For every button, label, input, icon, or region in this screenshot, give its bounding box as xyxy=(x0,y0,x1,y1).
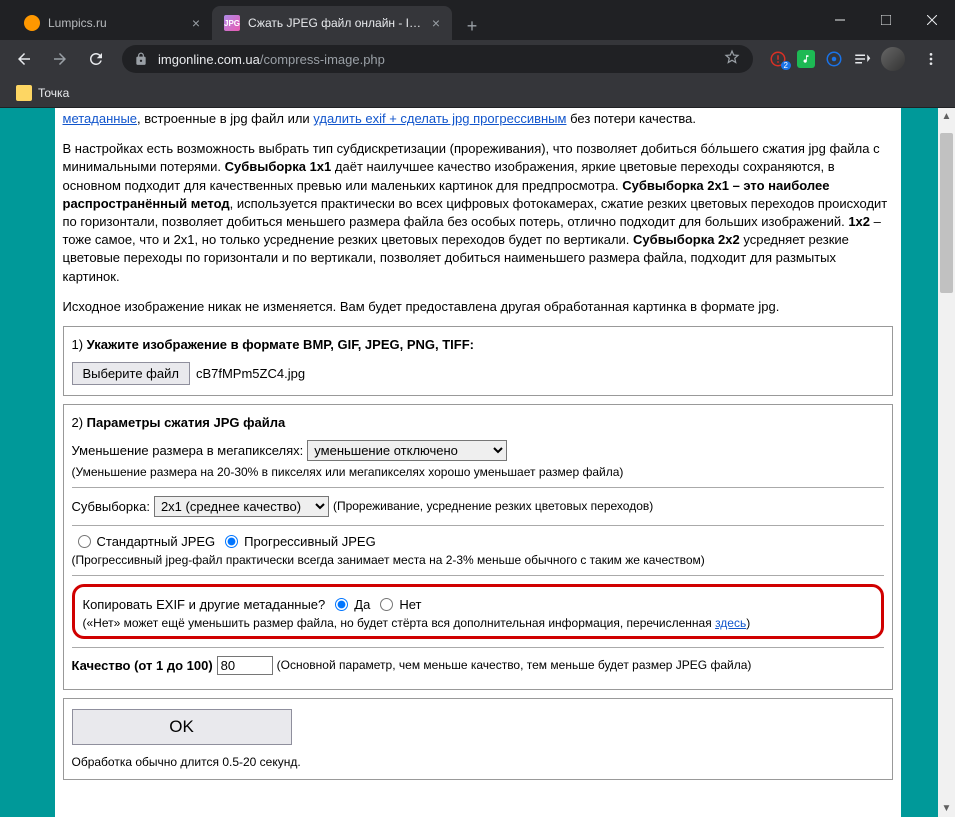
lock-icon xyxy=(134,52,148,66)
menu-button[interactable] xyxy=(915,43,947,75)
link-metadata[interactable]: метаданные xyxy=(63,111,138,126)
profile-avatar[interactable] xyxy=(881,47,905,71)
scroll-track[interactable] xyxy=(938,125,955,800)
jpeg-std-label[interactable]: Стандартный JPEG xyxy=(97,534,216,549)
divider xyxy=(72,647,884,648)
window-controls xyxy=(817,0,955,40)
favicon-lumpics xyxy=(24,15,40,31)
source-unchanged-note: Исходное изображение никак не изменяется… xyxy=(63,296,893,318)
selected-filename: cB7fMPm5ZC4.jpg xyxy=(196,366,305,381)
tab-lumpics[interactable]: Lumpics.ru × xyxy=(12,6,212,40)
favicon-imgonline: JPG xyxy=(224,15,240,31)
exif-no-radio[interactable] xyxy=(380,598,393,611)
extension-icon-1[interactable]: 2 xyxy=(769,50,787,68)
step2-box: 2) Параметры сжатия JPG файла Уменьшение… xyxy=(63,404,893,690)
ok-button[interactable]: OK xyxy=(72,709,292,745)
tabs-row: Lumpics.ru × JPG Сжать JPEG файл онлайн … xyxy=(0,0,817,40)
reload-button[interactable] xyxy=(80,43,112,75)
exif-highlight: Копировать EXIF и другие метаданные? Да … xyxy=(72,584,884,639)
jpeg-hint: (Прогрессивный jpeg-файл практически все… xyxy=(72,553,884,567)
subsample-label: Субвыборка: xyxy=(72,499,150,514)
new-tab-button[interactable]: + xyxy=(458,12,486,40)
step1-box: 1) Укажите изображение в формате BMP, GI… xyxy=(63,326,893,396)
forward-button[interactable] xyxy=(44,43,76,75)
extension-icon-2[interactable] xyxy=(797,50,815,68)
folder-icon xyxy=(16,85,32,101)
subsample-select[interactable]: 2x1 (среднее качество) xyxy=(154,496,329,517)
bookmark-star-icon[interactable] xyxy=(723,48,741,71)
choose-file-button[interactable]: Выберите файл xyxy=(72,362,190,385)
exif-hint: («Нет» может ещё уменьшить размер файла,… xyxy=(83,616,873,630)
extension-icon-3[interactable] xyxy=(825,50,843,68)
tab-title: Сжать JPEG файл онлайн - IMG xyxy=(248,16,424,30)
resize-select[interactable]: уменьшение отключено xyxy=(307,440,507,461)
resize-row: Уменьшение размера в мегапикселях: умень… xyxy=(72,440,884,461)
quality-label: Качество (от 1 до 100) xyxy=(72,658,213,673)
quality-row: Качество (от 1 до 100) (Основной парамет… xyxy=(72,656,884,675)
subsample-hint: (Прореживание, усреднение резких цветовы… xyxy=(333,499,653,513)
intro-text: метаданные, встроенные в jpg файл или уд… xyxy=(63,108,893,130)
scroll-up-arrow[interactable]: ▲ xyxy=(938,108,955,125)
step3-box: OK Обработка обычно длится 0.5-20 секунд… xyxy=(63,698,893,780)
scroll-down-arrow[interactable]: ▼ xyxy=(938,800,955,817)
divider xyxy=(72,525,884,526)
toolbar-extensions: 2 xyxy=(769,43,947,75)
subsample-row: Субвыборка: 2x1 (среднее качество) (Прор… xyxy=(72,496,884,517)
window-titlebar: Lumpics.ru × JPG Сжать JPEG файл онлайн … xyxy=(0,0,955,40)
bookmarks-bar: Точка xyxy=(0,78,955,108)
exif-yes-label[interactable]: Да xyxy=(354,597,370,612)
processing-hint: Обработка обычно длится 0.5-20 секунд. xyxy=(72,755,884,769)
browser-toolbar: imgonline.com.ua/compress-image.php 2 xyxy=(0,40,955,78)
scroll-thumb[interactable] xyxy=(940,133,953,293)
url-text: imgonline.com.ua/compress-image.php xyxy=(158,52,385,67)
vertical-scrollbar[interactable]: ▲ ▼ xyxy=(938,108,955,817)
step2-title: 2) Параметры сжатия JPG файла xyxy=(72,415,884,430)
close-icon[interactable]: × xyxy=(432,15,440,31)
jpeg-type-row: Стандартный JPEG Прогрессивный JPEG xyxy=(72,534,884,549)
quality-hint: (Основной параметр, чем меньше качество,… xyxy=(277,658,752,672)
jpeg-prog-radio[interactable] xyxy=(225,535,238,548)
address-bar[interactable]: imgonline.com.ua/compress-image.php xyxy=(122,45,753,73)
quality-input[interactable] xyxy=(217,656,273,675)
jpeg-prog-label[interactable]: Прогрессивный JPEG xyxy=(244,534,376,549)
subsampling-explanation: В настройках есть возможность выбрать ти… xyxy=(63,138,893,288)
maximize-button[interactable] xyxy=(863,0,909,40)
resize-hint: (Уменьшение размера на 20-30% в пикселях… xyxy=(72,465,884,479)
close-icon[interactable]: × xyxy=(192,15,200,31)
divider xyxy=(72,487,884,488)
exif-no-label[interactable]: Нет xyxy=(399,597,421,612)
close-window-button[interactable] xyxy=(909,0,955,40)
divider xyxy=(72,575,884,576)
exif-row: Копировать EXIF и другие метаданные? Да … xyxy=(83,597,873,612)
page-content: метаданные, встроенные в jpg файл или уд… xyxy=(55,108,901,817)
reading-list-icon[interactable] xyxy=(853,50,871,68)
link-here[interactable]: здесь xyxy=(715,616,746,630)
exif-label: Копировать EXIF и другие метаданные? xyxy=(83,597,326,612)
resize-label: Уменьшение размера в мегапикселях: xyxy=(72,443,304,458)
bookmark-folder[interactable]: Точка xyxy=(16,85,69,101)
minimize-button[interactable] xyxy=(817,0,863,40)
jpeg-std-radio[interactable] xyxy=(78,535,91,548)
tab-title: Lumpics.ru xyxy=(48,16,184,30)
exif-yes-radio[interactable] xyxy=(335,598,348,611)
step1-title: 1) Укажите изображение в формате BMP, GI… xyxy=(72,337,884,352)
bookmark-label: Точка xyxy=(38,86,69,100)
tab-imgonline[interactable]: JPG Сжать JPEG файл онлайн - IMG × xyxy=(212,6,452,40)
link-exif[interactable]: удалить exif + сделать jpg прогрессивным xyxy=(313,111,566,126)
page-viewport: метаданные, встроенные в jpg файл или уд… xyxy=(0,108,955,817)
back-button[interactable] xyxy=(8,43,40,75)
